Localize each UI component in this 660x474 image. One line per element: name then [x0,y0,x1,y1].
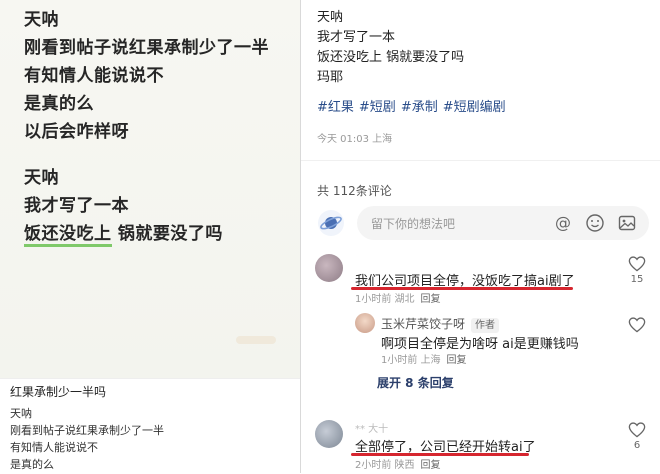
heart-icon [628,256,646,272]
comment-time-location: 1小时前 湖北 [355,294,415,305]
post-image-card: 天呐 刚看到帖子说红果承制少了一半 有知情人能说说不 是真的么 以后会咋样呀 天… [0,0,300,378]
tag-link[interactable]: #红果 [317,100,354,115]
preview-line: 天呐 [10,407,32,420]
post-image-line: 天呐 [24,10,59,30]
post-image-line: 有知情人能说说不 [24,66,164,86]
preview-line: 是真的么 [10,458,54,471]
comment-time-location: 2小时前 陕西 [355,460,415,471]
comment-input-placeholder: 留下你的想法吧 [371,217,456,231]
like-button[interactable]: 15 [626,256,648,285]
post-image-text: 天呐 刚看到帖子说红果承制少了一半 有知情人能说说不 是真的么 以后会咋样呀 天… [24,6,269,248]
like-count: 6 [633,440,641,451]
at-icon[interactable]: @ [553,213,573,233]
post-image-line: 以后会咋样呀 [24,122,129,142]
reply-author-name: 玉米芹菜饺子呀 [381,317,466,331]
comment-input[interactable]: 留下你的想法吧 @ [357,206,649,240]
avatar[interactable] [315,254,343,282]
post-image-line: 天呐 [24,168,59,188]
post-image-line: 刚看到帖子说红果承制少了一半 [24,38,269,58]
reply-button[interactable]: 回复 [447,355,467,366]
comment-meta: 2小时前 陕西 回复 [355,456,441,471]
planet-icon [318,210,344,236]
like-button[interactable] [626,317,648,333]
highlighted-phrase: 饭还没吃上 [24,224,112,247]
post-body-line: 天呐 [317,10,344,25]
preview-line: 刚看到帖子说红果承制少了一半 [10,424,164,437]
smile-icon[interactable] [585,213,605,233]
post-body-line: 玛耶 [317,70,344,85]
reply-text: 啊项目全停是为啥呀 ai是更赚钱吗 [381,337,579,352]
post-image-line-tail: 锅就要没了吗 [111,224,223,244]
tag-link[interactable]: #短剧编剧 [443,100,506,115]
comment-meta: 1小时前 湖北 回复 [355,290,441,305]
tag-link[interactable]: #短剧 [359,100,396,115]
avatar[interactable] [355,313,375,333]
post-image-line-highlight: 饭还没吃上 锅就要没了吗 [24,220,269,248]
reply-button[interactable]: 回复 [421,460,441,471]
tag-link[interactable]: #承制 [401,100,438,115]
divider [301,160,660,161]
image-decoration [236,336,276,344]
author-badge: 作者 [471,318,500,333]
expand-replies-button[interactable]: 展开 8 条回复 [377,374,454,391]
reply-time-location: 1小时前 上海 [381,355,441,366]
post-image-line: 是真的么 [24,94,94,114]
like-button[interactable]: 6 [626,422,648,451]
comment-input-row: 留下你的想法吧 @ [315,205,655,241]
heart-icon [628,422,646,438]
post-preview-card[interactable]: 红果承制少一半吗 天呐 刚看到帖子说红果承制少了一半 有知情人能说说不 是真的么 [0,378,300,474]
post-detail-panel: 天呐 我才写了一本 饭还没吃上 锅就要没了吗 玛耶 #红果 #短剧 #承制 #短剧编剧… [301,0,660,473]
reply-author[interactable]: 玉米芹菜饺子呀 作者 [381,315,500,333]
post-tags: #红果 #短剧 #承制 #短剧编剧 [317,96,511,115]
preview-line: 有知情人能说说不 [10,441,98,454]
post-time-location: 今天 01:03 上海 [317,134,393,145]
post-body-line: 我才写了一本 [317,30,396,45]
reply-meta: 1小时前 上海 回复 [381,351,467,366]
reply-button[interactable]: 回复 [421,294,441,305]
preview-title: 红果承制少一半吗 [10,385,107,399]
heart-icon [628,317,646,333]
avatar[interactable] [315,420,343,448]
comment-count: 共 112条评论 [317,184,392,198]
post-body-line: 饭还没吃上 锅就要没了吗 [317,50,465,65]
masked-username[interactable]: ** 大十 [355,420,388,435]
image-icon[interactable] [617,213,637,233]
like-count: 15 [630,274,644,285]
post-image-line: 我才写了一本 [24,196,129,216]
